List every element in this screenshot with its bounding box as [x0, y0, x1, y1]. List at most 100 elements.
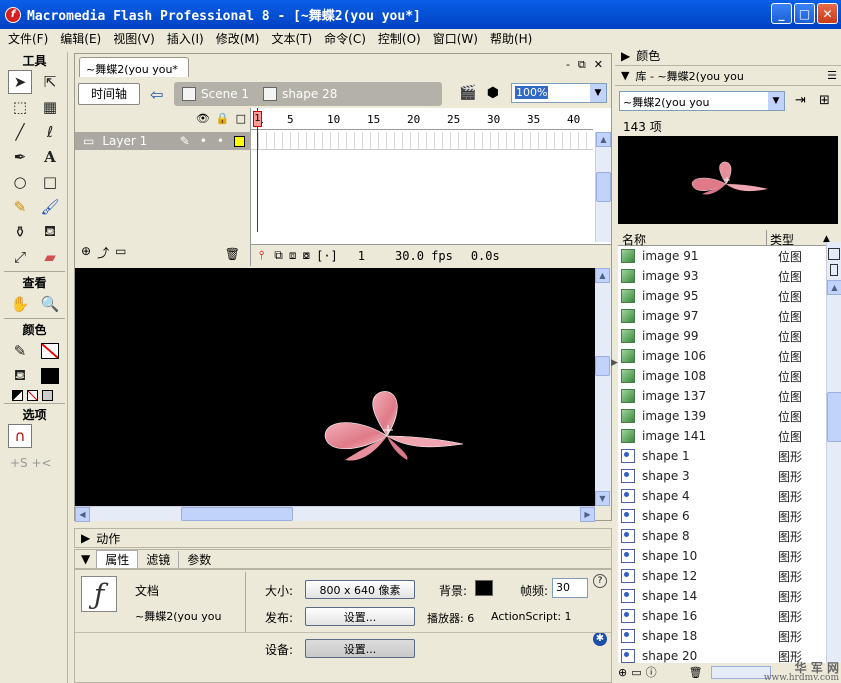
insert-layer-icon[interactable]: ⊕: [81, 244, 91, 261]
onion-markers-icon[interactable]: [·]: [316, 249, 338, 263]
onion-outline-icon[interactable]: ⧈: [289, 248, 297, 263]
lasso-tool-icon[interactable]: ℓ: [38, 120, 62, 144]
list-item[interactable]: image 91 位图: [618, 246, 826, 266]
layer-visible-dot[interactable]: •: [200, 134, 207, 148]
scroll-up-arrow[interactable]: ▲: [827, 280, 841, 295]
stage-hscroll[interactable]: ◀ ▶: [75, 506, 595, 522]
list-item[interactable]: image 95 位图: [618, 286, 826, 306]
tab-parameters[interactable]: 参数: [178, 550, 219, 568]
background-color-swatch[interactable]: [475, 580, 493, 596]
timeline-vscroll[interactable]: ▲: [595, 132, 611, 242]
edit-multiple-icon[interactable]: ⧇: [302, 248, 310, 263]
paint-bucket-tool-icon[interactable]: ⛾: [38, 220, 62, 244]
list-item[interactable]: shape 14 图形: [618, 586, 826, 606]
list-item[interactable]: shape 12 图形: [618, 566, 826, 586]
breadcrumb-scene[interactable]: Scene 1: [174, 87, 249, 101]
delete-layer-icon[interactable]: 🗑: [225, 247, 240, 261]
subselection-tool-icon[interactable]: ⇱: [38, 70, 62, 94]
stroke-color-swatch[interactable]: [38, 339, 62, 363]
doc-close-button[interactable]: ✕: [594, 58, 603, 72]
minimize-button[interactable]: _: [771, 3, 792, 24]
list-item[interactable]: image 97 位图: [618, 306, 826, 326]
doc-minimize-button[interactable]: -: [566, 58, 570, 72]
scroll-down-arrow[interactable]: ▼: [595, 491, 610, 506]
scroll-right-arrow[interactable]: ▶: [580, 507, 595, 522]
scroll-thumb[interactable]: [181, 507, 293, 521]
list-item[interactable]: shape 16 图形: [618, 606, 826, 626]
list-item[interactable]: shape 1 图形: [618, 446, 826, 466]
list-item[interactable]: shape 8 图形: [618, 526, 826, 546]
library-panel-header[interactable]: ▼ 库 - ~舞蝶2(you you ☰: [615, 66, 841, 86]
add-guide-layer-icon[interactable]: ⤴: [97, 244, 109, 261]
menu-view[interactable]: 视图(V): [107, 30, 161, 47]
lock-icon[interactable]: 🔒: [216, 112, 230, 125]
fill-color-icon[interactable]: ⛾: [8, 364, 32, 388]
list-item[interactable]: shape 6 图形: [618, 506, 826, 526]
zoom-tool-icon[interactable]: 🔍: [38, 292, 62, 316]
menu-commands[interactable]: 命令(C): [318, 30, 372, 47]
document-size-button[interactable]: 800 x 640 像素: [305, 580, 415, 599]
stage-vscroll[interactable]: ▲ ▼: [595, 268, 611, 506]
stage[interactable]: [75, 268, 595, 506]
swap-colors-icon[interactable]: [42, 390, 53, 401]
fill-color-swatch[interactable]: [38, 364, 62, 388]
text-tool-icon[interactable]: A: [38, 145, 62, 169]
menu-help[interactable]: 帮助(H): [484, 30, 538, 47]
publish-settings-button[interactable]: 设置...: [305, 607, 415, 626]
panel-menu-icon[interactable]: ☰: [827, 69, 837, 82]
flash-app-icon[interactable]: f: [5, 6, 21, 23]
selection-tool-icon[interactable]: ➤: [8, 70, 32, 94]
chevron-down-icon[interactable]: ▼: [768, 92, 784, 110]
menu-edit[interactable]: 编辑(E): [54, 30, 107, 47]
back-arrow-icon[interactable]: ⇦: [150, 85, 168, 104]
list-item[interactable]: shape 18 图形: [618, 626, 826, 646]
column-divider[interactable]: [766, 230, 767, 245]
close-button[interactable]: ✕: [817, 3, 838, 24]
wide-view-icon[interactable]: [828, 248, 840, 260]
device-settings-button[interactable]: 设置...: [305, 639, 415, 658]
free-transform-tool-icon[interactable]: ⬚: [8, 95, 32, 119]
tab-filters[interactable]: 滤镜: [138, 551, 178, 568]
list-item[interactable]: image 137 位图: [618, 386, 826, 406]
list-item[interactable]: shape 3 图形: [618, 466, 826, 486]
onion-skin-icon[interactable]: ⧉: [274, 248, 283, 263]
center-frame-icon[interactable]: ⫯: [259, 248, 264, 263]
smooth-straighten-icons[interactable]: +S +<: [2, 456, 67, 470]
menu-modify[interactable]: 修改(M): [210, 30, 266, 47]
narrow-view-icon[interactable]: [830, 264, 838, 276]
menu-window[interactable]: 窗口(W): [427, 30, 484, 47]
oval-tool-icon[interactable]: ○: [8, 170, 32, 194]
pen-tool-icon[interactable]: ✒: [8, 145, 32, 169]
panel-collapse-arrow-icon[interactable]: ▶: [611, 358, 618, 368]
scroll-thumb[interactable]: [595, 356, 610, 376]
frame-rate-input[interactable]: 30: [552, 578, 588, 598]
list-item[interactable]: image 141 位图: [618, 426, 826, 446]
frame-cells[interactable]: [251, 132, 593, 150]
menu-control[interactable]: 控制(O): [372, 30, 427, 47]
frame-ruler[interactable]: 1 5 10 15 20 25 30 35 40: [251, 108, 593, 130]
scroll-left-arrow[interactable]: ◀: [75, 507, 90, 522]
collapse-arrow-icon[interactable]: ▼: [81, 552, 90, 566]
new-folder-icon[interactable]: ▭: [631, 666, 641, 679]
tab-properties[interactable]: 属性: [96, 550, 139, 568]
breadcrumb-shape[interactable]: shape 28: [249, 87, 337, 101]
pin-library-icon[interactable]: ⇥: [795, 93, 806, 108]
scroll-up-arrow[interactable]: ▲: [595, 268, 610, 283]
list-item[interactable]: image 139 位图: [618, 406, 826, 426]
ink-bottle-tool-icon[interactable]: ⚱: [8, 220, 32, 244]
playhead-handle[interactable]: 1: [253, 111, 262, 127]
list-item[interactable]: shape 10 图形: [618, 546, 826, 566]
document-tab[interactable]: ~舞蝶2(you you*: [79, 57, 189, 77]
maximize-button[interactable]: □: [794, 3, 815, 24]
actions-panel-header[interactable]: ▶ 动作: [74, 528, 612, 548]
black-white-icon[interactable]: [12, 390, 23, 401]
scroll-up-arrow[interactable]: ▲: [596, 132, 611, 147]
eye-icon[interactable]: 👁: [196, 112, 210, 125]
timeline-toggle-button[interactable]: 时间轴: [78, 83, 141, 105]
zoom-select[interactable]: 100% ▼: [511, 83, 607, 103]
edit-symbols-icon[interactable]: ⬢: [487, 85, 499, 101]
properties-icon[interactable]: ⓘ: [646, 664, 657, 680]
new-library-icon[interactable]: ⊞: [819, 93, 830, 108]
scroll-thumb[interactable]: [596, 172, 611, 202]
butterfly-graphic[interactable]: [75, 268, 595, 506]
